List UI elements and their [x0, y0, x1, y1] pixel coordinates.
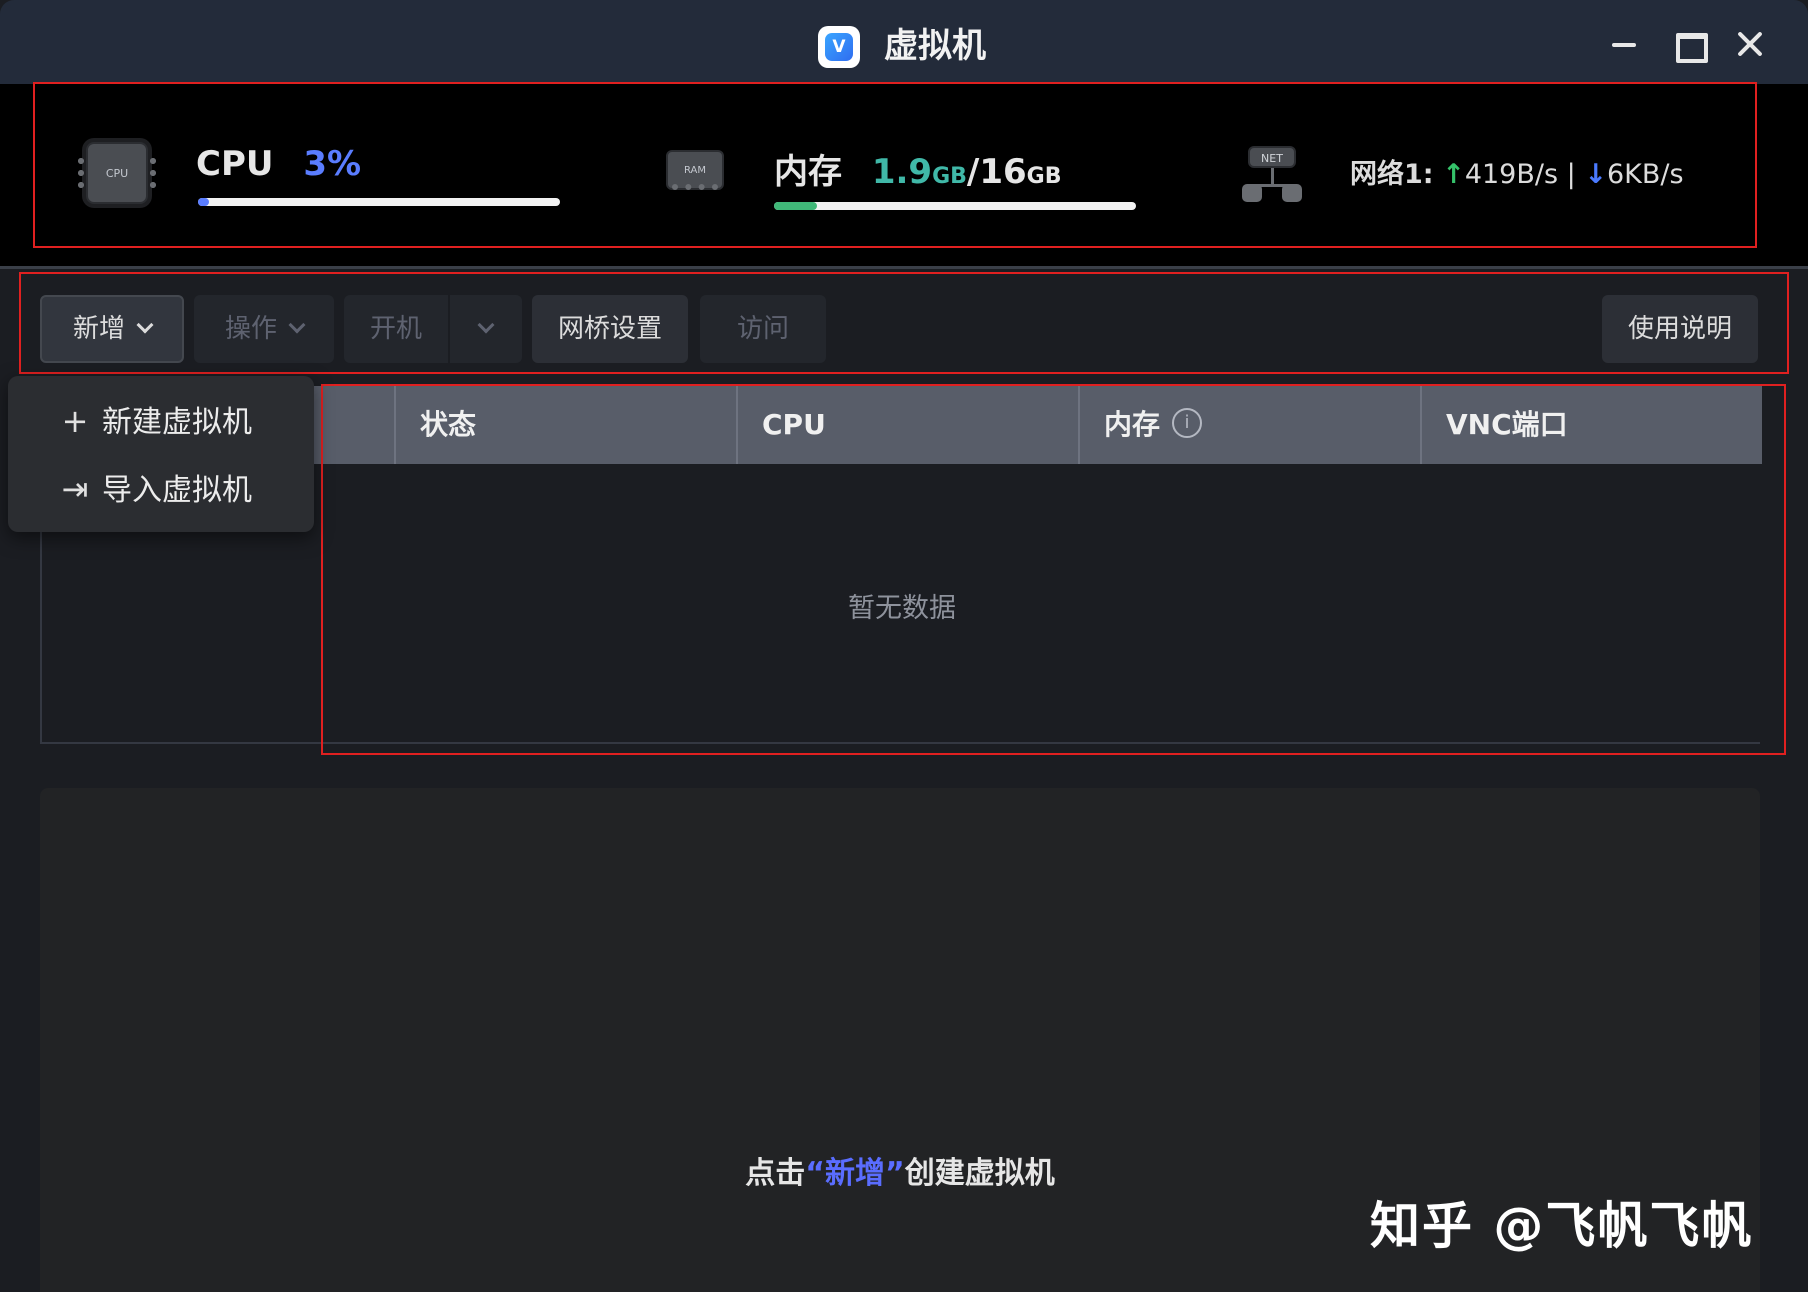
- memory-usage-fill: [774, 202, 818, 210]
- menu-item-new-vm[interactable]: + 新建虚拟机: [58, 398, 252, 444]
- create-hint-prefix: 点击: [745, 1156, 806, 1191]
- memory-total-unit: GB: [1026, 164, 1062, 189]
- power-on-button[interactable]: 开机: [344, 295, 448, 363]
- memory-usage-bar: [774, 202, 1136, 210]
- create-hint-link[interactable]: “新增”: [805, 1156, 904, 1191]
- help-label: 使用说明: [1627, 314, 1732, 344]
- cpu-chip-text: CPU: [105, 166, 129, 180]
- cpu-usage-bar: [198, 198, 560, 206]
- menu-item-import-vm[interactable]: ⇥ 导入虚拟机: [58, 466, 252, 512]
- bridge-settings-label: 网桥设置: [557, 314, 662, 344]
- power-on-dropdown-toggle[interactable]: [450, 295, 522, 363]
- add-button-label: 新增: [72, 314, 125, 344]
- network-upload: 419B/s: [1464, 159, 1559, 190]
- cpu-chip-icon: CPU: [78, 142, 156, 204]
- close-icon[interactable]: [1730, 24, 1770, 64]
- cpu-value: 3%: [303, 144, 362, 184]
- cpu-label: CPU: [196, 144, 274, 184]
- table-empty-text: 暂无数据: [848, 593, 956, 624]
- operate-button-label: 操作: [224, 314, 277, 344]
- app-logo-icon: V: [818, 26, 860, 68]
- upload-arrow-icon: ↑: [1442, 159, 1465, 190]
- ram-chip-icon: RAM: [666, 150, 724, 190]
- power-on-label: 开机: [369, 314, 422, 344]
- memory-used-unit: GB: [932, 164, 967, 189]
- ram-chip-text: RAM: [683, 164, 706, 176]
- network-icon-text: NET: [1248, 146, 1296, 168]
- menu-item-new-vm-label: 新建虚拟机: [102, 405, 252, 440]
- cpu-stat: CPU 3%: [196, 144, 361, 184]
- window-title: 虚拟机: [884, 26, 986, 66]
- memory-used: 1.9: [871, 152, 933, 192]
- network-stat: 网络1: ↑419B/s | ↓6KB/s: [1350, 152, 1684, 191]
- operate-dropdown-button[interactable]: 操作: [194, 295, 334, 363]
- title-bar: V 虚拟机: [0, 0, 1808, 84]
- network-download: 6KB/s: [1606, 159, 1684, 190]
- help-button[interactable]: 使用说明: [1602, 295, 1758, 363]
- watermark: 知乎 @飞帆飞帆: [1370, 1197, 1754, 1255]
- plus-icon: +: [61, 402, 89, 440]
- network-icon: NET: [1242, 146, 1302, 206]
- column-header-memory[interactable]: 内存 i: [1078, 386, 1420, 464]
- visit-button[interactable]: 访问: [700, 295, 826, 363]
- app-logo-letter: V: [825, 33, 853, 61]
- memory-total: 16: [979, 152, 1027, 192]
- memory-label: 内存: [774, 152, 842, 192]
- network-label: 网络1:: [1350, 159, 1434, 190]
- column-header-cpu[interactable]: CPU: [736, 386, 1078, 464]
- toolbar: 新增 操作 开机 网桥设置 访问 使用说明: [0, 269, 1808, 377]
- column-header-status[interactable]: 状态: [394, 386, 736, 464]
- add-dropdown-menu: + 新建虚拟机 ⇥ 导入虚拟机: [8, 376, 314, 532]
- download-arrow-icon: ↓: [1584, 159, 1607, 190]
- network-divider: |: [1566, 159, 1576, 190]
- add-dropdown-button[interactable]: 新增: [40, 295, 184, 363]
- maximize-icon[interactable]: [1668, 24, 1708, 64]
- visit-label: 访问: [736, 314, 789, 344]
- chevron-down-icon: [288, 316, 306, 334]
- import-icon: ⇥: [61, 470, 89, 508]
- menu-item-import-vm-label: 导入虚拟机: [102, 473, 252, 508]
- minimize-icon[interactable]: [1604, 24, 1644, 64]
- memory-stat: 内存 1.9GB/16GB: [774, 144, 1061, 193]
- memory-separator: /: [966, 152, 980, 192]
- cpu-usage-fill: [198, 198, 209, 206]
- column-header-vnc-port[interactable]: VNC端口: [1420, 386, 1762, 464]
- column-header-memory-label: 内存: [1104, 408, 1161, 441]
- info-icon[interactable]: i: [1172, 408, 1203, 438]
- create-hint-suffix: 创建虚拟机: [904, 1156, 1055, 1191]
- chevron-down-icon: [477, 316, 495, 334]
- resource-stats-bar: CPU CPU 3% RAM 内存 1.9GB/16GB NET 网络1: ↑4…: [0, 84, 1808, 266]
- chevron-down-icon: [136, 316, 154, 334]
- bridge-settings-button[interactable]: 网桥设置: [532, 295, 688, 363]
